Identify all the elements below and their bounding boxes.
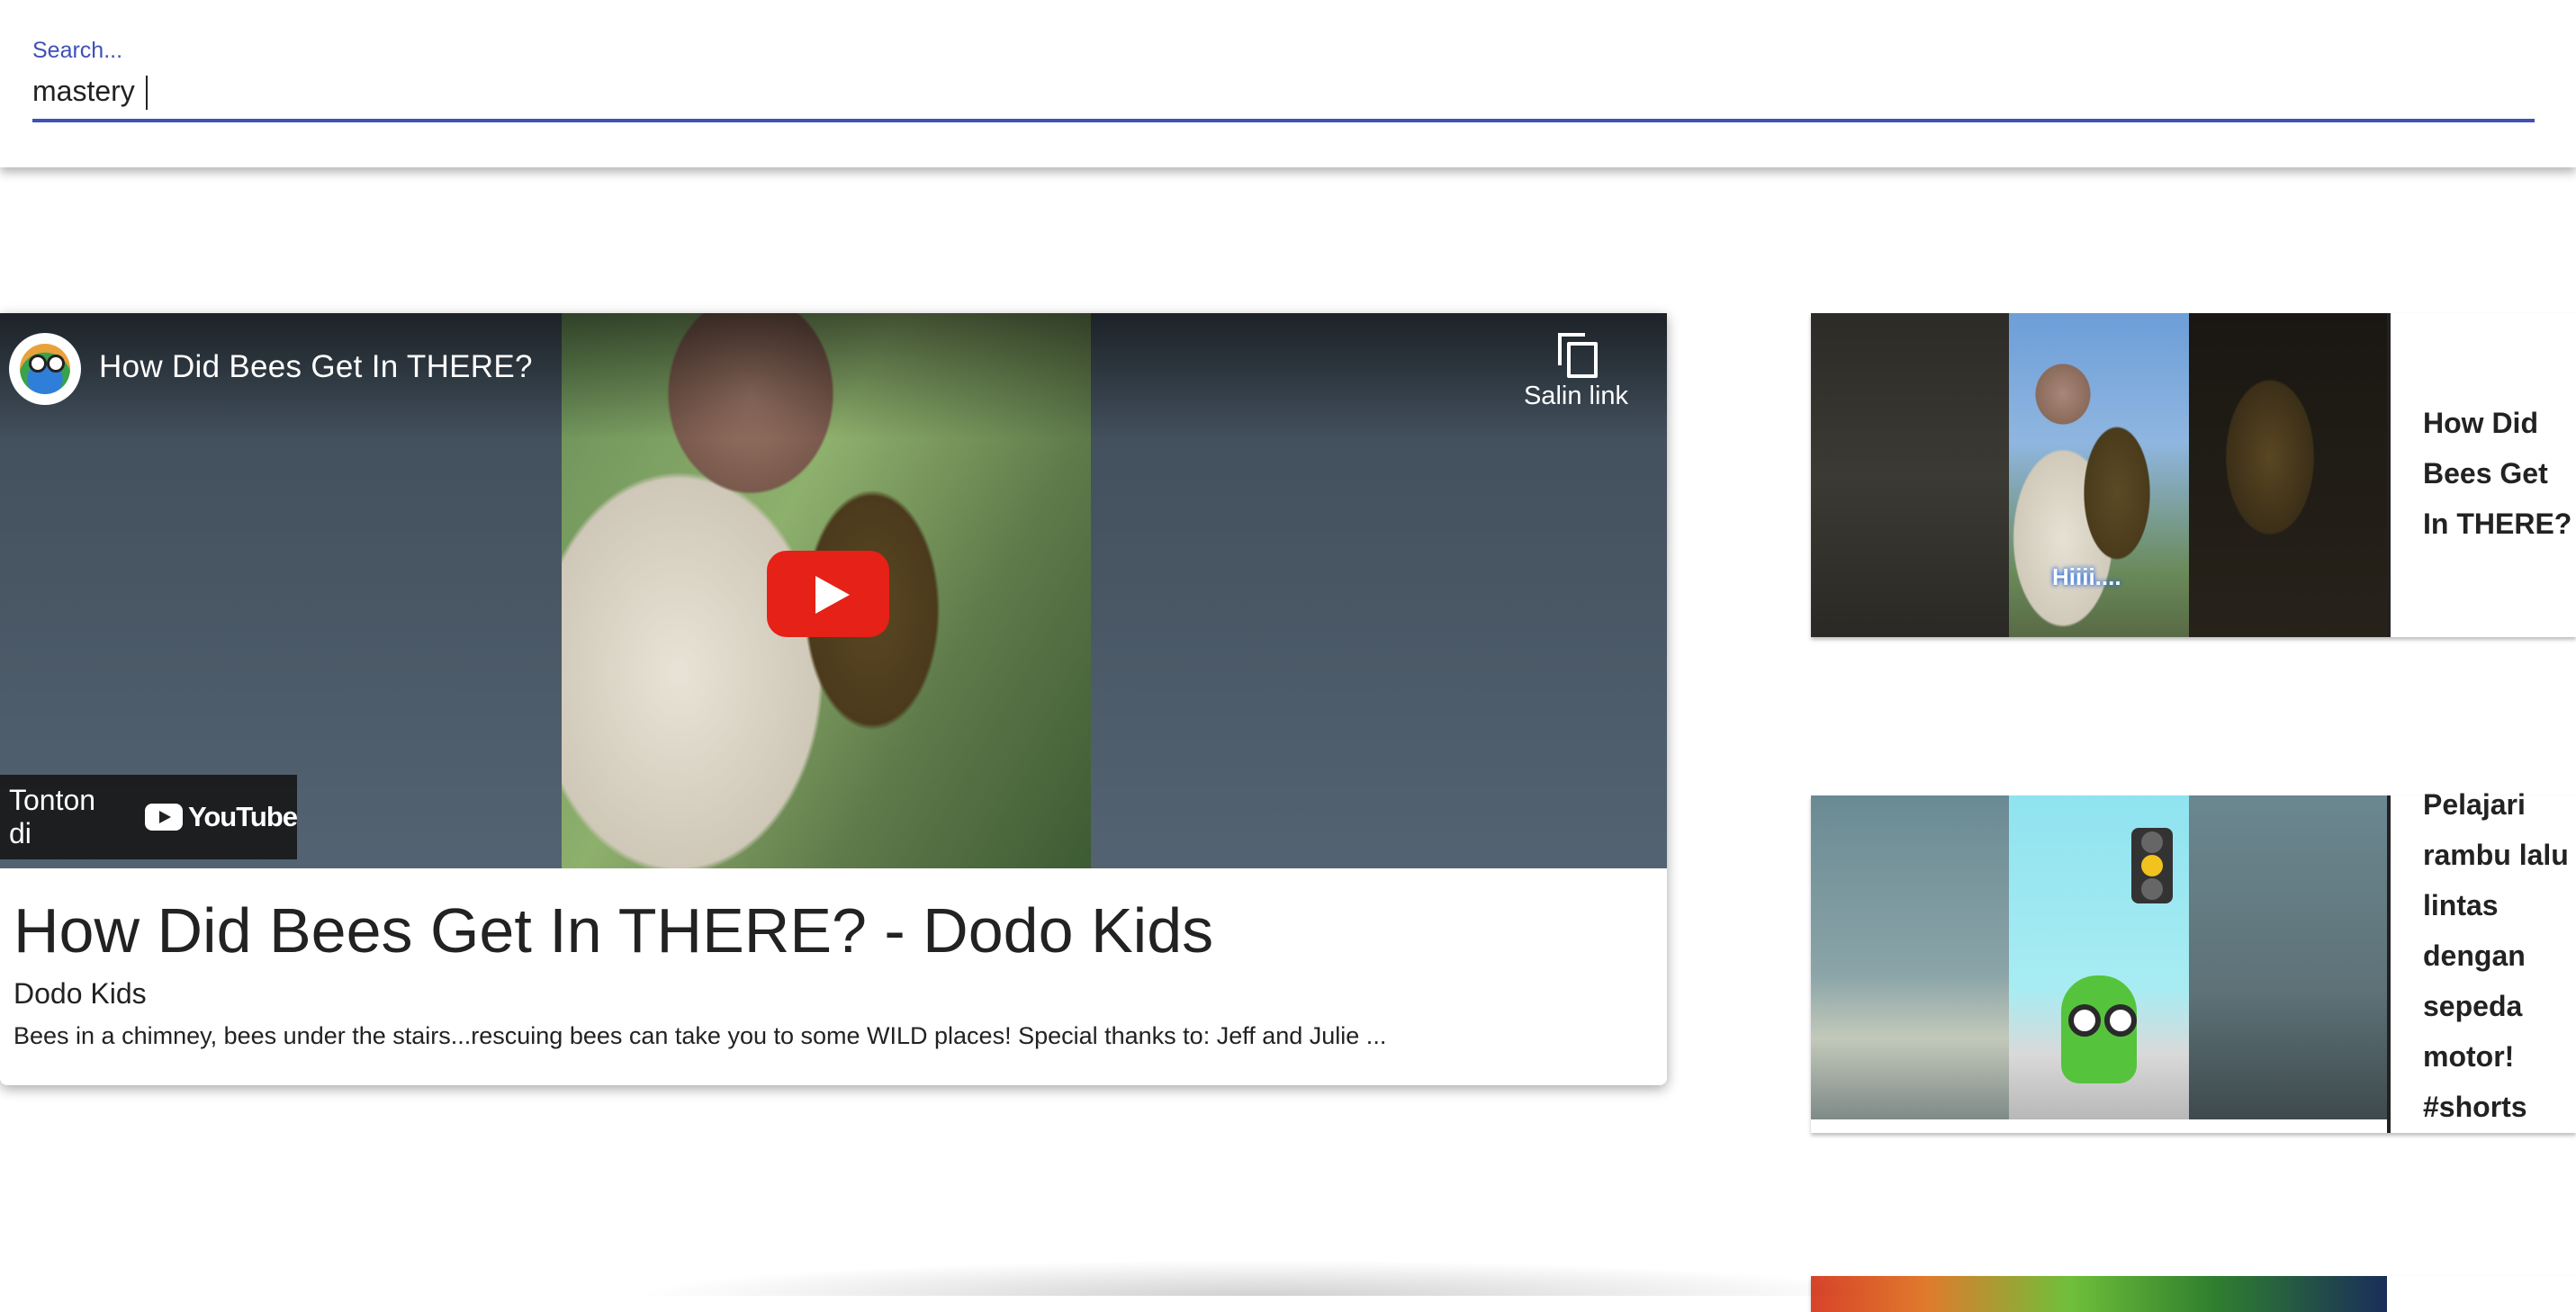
video-player[interactable]: How Did Bees Get In THERE? Salin link To… [0,313,1667,868]
owl-character-icon [2061,975,2137,1083]
video-description: Bees in a chimney, bees under the stairs… [14,1022,1387,1049]
video-overlay-title[interactable]: How Did Bees Get In THERE? [99,349,533,385]
youtube-logo-text: YouTube [188,801,298,832]
related-video-item[interactable] [1811,1276,2576,1312]
thumbnail-panel-right [2189,313,2387,637]
watch-on-label: Tonton di [9,784,96,849]
channel-avatar-icon[interactable] [9,333,81,405]
card-shadow [630,1260,1890,1296]
video-title: How Did Bees Get In THERE? - Dodo Kids [14,895,1214,966]
traffic-light-icon [2131,828,2173,903]
related-video-item[interactable]: Hiiii.... How Did Bees Get In THERE? [1811,313,2576,637]
thumbnail-divider [2387,795,2391,1133]
related-video-thumbnail[interactable] [1811,1276,2387,1312]
thumbnail-caption: Hiiii.... [2052,563,2121,590]
thumbnail-divider [2387,313,2391,637]
thumbnail-panel-left [1811,313,2009,637]
main-video-card: How Did Bees Get In THERE? Salin link To… [0,313,1667,1085]
copy-link-icon [1558,333,1598,378]
search-input[interactable] [32,70,2535,122]
video-channel: Dodo Kids [14,977,147,1010]
text-caret [146,76,148,110]
copy-link-button[interactable]: Salin link [1518,333,1635,414]
youtube-logo-icon [145,804,183,831]
play-icon[interactable] [767,551,889,637]
bird-logo-icon [20,344,70,394]
search-bar: Search... [0,0,2576,167]
search-label: Search... [32,38,123,63]
related-video-item[interactable]: Pelajari rambu lalu lintas dengan sepeda… [1811,788,2576,1133]
youtube-logo: YouTube [145,801,298,833]
thumbnail-panel-right [2189,795,2387,1119]
thumbnail-panel-left [1811,795,2009,1119]
related-video-thumbnail[interactable] [1811,795,2387,1119]
copy-link-label: Salin link [1523,382,1629,410]
related-video-title[interactable]: Pelajari rambu lalu lintas dengan sepeda… [2423,779,2576,1132]
related-video-title[interactable]: How Did Bees Get In THERE? [2423,398,2576,549]
watch-on-youtube-button[interactable]: Tonton di YouTube [0,775,298,859]
related-video-thumbnail[interactable]: Hiiii.... [1811,313,2387,637]
